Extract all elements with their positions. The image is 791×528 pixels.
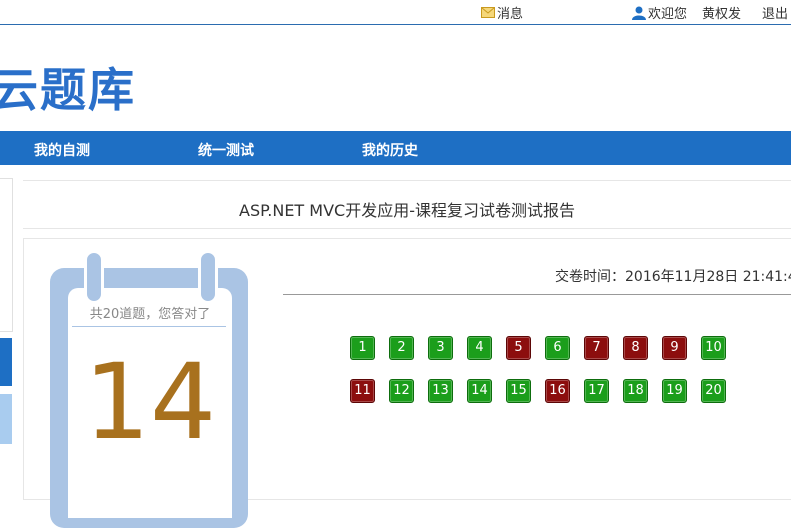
question-10-button[interactable]: 10 [701,336,726,360]
user-name-link[interactable]: 黄权发 [702,3,741,22]
calendar-binding [100,270,198,280]
question-12-button[interactable]: 12 [389,379,414,403]
question-14-button[interactable]: 14 [467,379,492,403]
logout-link[interactable]: 退出 [762,3,788,22]
left-sidebar-button[interactable] [0,338,12,386]
left-sidebar-button-secondary[interactable] [0,394,12,444]
question-20-button[interactable]: 20 [701,379,726,403]
top-bar: 消息 欢迎您 黄权发 退出 [0,0,791,25]
score-caption: 共20道题，您答对了 [89,307,211,322]
user-icon [632,6,646,20]
calendar-ring-right [198,250,218,304]
question-9-button[interactable]: 9 [662,336,687,360]
nav-item-my-self-test[interactable]: 我的自测 [34,140,90,160]
report-title-box: ASP.NET MVC开发应用-课程复习试卷测试报告 [23,180,791,229]
question-15-button[interactable]: 15 [506,379,531,403]
correct-count: 14 [83,341,217,463]
caption-underline [72,326,226,327]
question-16-button[interactable]: 16 [545,379,570,403]
welcome: 欢迎您 [632,3,687,22]
nav-item-my-history[interactable]: 我的历史 [362,140,418,160]
question-8-button[interactable]: 8 [623,336,648,360]
question-17-button[interactable]: 17 [584,379,609,403]
main-nav: 我的自测 统一测试 我的历史 [0,131,791,165]
calendar-ring-left [84,250,104,304]
question-6-button[interactable]: 6 [545,336,570,360]
question-13-button[interactable]: 13 [428,379,453,403]
question-2-button[interactable]: 2 [389,336,414,360]
messages-link[interactable]: 消息 [481,3,523,22]
question-5-button[interactable]: 5 [506,336,531,360]
submit-time-label: 交卷时间： [555,269,625,285]
logo-text: 云题库 [0,63,136,117]
question-7-button[interactable]: 7 [584,336,609,360]
question-18-button[interactable]: 18 [623,379,648,403]
question-3-button[interactable]: 3 [428,336,453,360]
report-title: ASP.NET MVC开发应用-课程复习试卷测试报告 [239,201,575,220]
question-1-button[interactable]: 1 [350,336,375,360]
submit-time-value: 2016年11月28日 21:41:40 [625,269,791,285]
envelope-icon [481,7,495,18]
submit-time: 交卷时间：2016年11月28日 21:41:40 [555,266,791,286]
site-logo[interactable]: 云题库 [0,54,136,120]
question-4-button[interactable]: 4 [467,336,492,360]
messages-label: 消息 [497,7,524,22]
question-11-button[interactable]: 11 [350,379,375,403]
nav-item-unified-test[interactable]: 统一测试 [198,140,254,160]
question-19-button[interactable]: 19 [662,379,687,403]
welcome-label: 欢迎您 [648,7,688,22]
divider [283,294,791,295]
left-sidebar-panel [0,178,13,332]
